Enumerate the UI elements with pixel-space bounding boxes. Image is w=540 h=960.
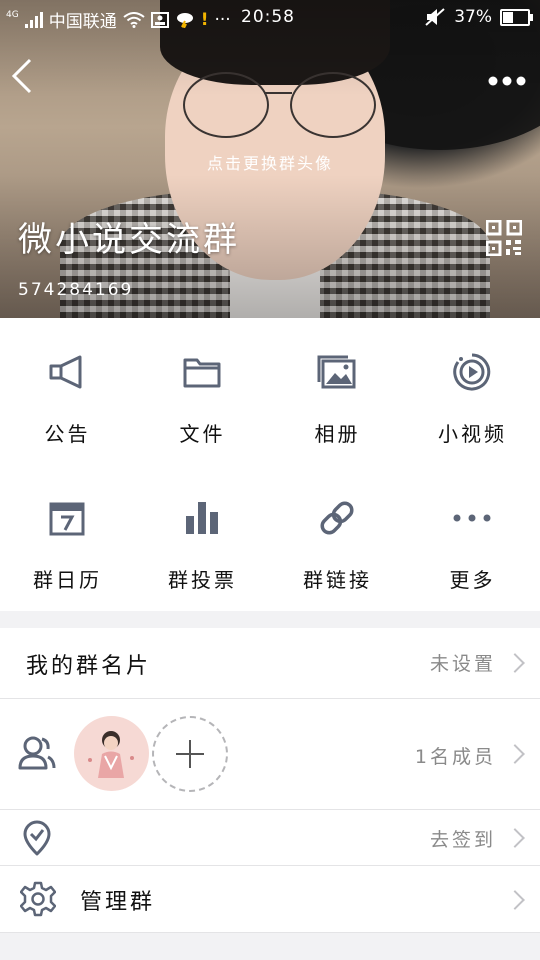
divider <box>0 932 540 933</box>
member-count: 1名成员 <box>414 746 496 768</box>
chevron-right-icon <box>505 828 525 848</box>
row-members[interactable]: 1名成员 <box>0 699 540 809</box>
more-options-button[interactable] <box>488 64 526 92</box>
gear-icon <box>20 881 56 917</box>
checkin-label: 去签到 <box>429 829 496 851</box>
status-bar-right: 37% <box>424 7 533 27</box>
group-name: 微小说交流群 <box>18 220 240 260</box>
carrier-name: 中国联通 <box>48 12 117 32</box>
grid-item-announcement[interactable]: 公告 <box>0 318 135 464</box>
status-bar-left: 4G 中国联通 ! ··· <box>6 7 231 33</box>
row-checkin[interactable]: 去签到 <box>0 810 540 865</box>
grid-item-link[interactable]: 群链接 <box>270 464 405 610</box>
row-label: 我的群名片 <box>26 654 152 679</box>
member-avatar[interactable] <box>74 716 149 791</box>
chevron-left-icon <box>11 58 32 94</box>
alert-icon: ! <box>200 9 209 30</box>
photo-album-icon <box>317 355 356 389</box>
signal-icon <box>24 11 43 28</box>
mute-icon <box>425 8 445 26</box>
grid-item-more[interactable]: 更多 <box>405 464 540 610</box>
grid-item-label: 相册 <box>314 422 361 446</box>
back-button[interactable] <box>10 56 40 96</box>
notification-more-icon: ··· <box>214 9 231 30</box>
folder-icon <box>183 358 221 388</box>
video-play-icon <box>453 353 491 391</box>
members-icon <box>18 736 56 770</box>
more-horizontal-icon <box>488 76 526 86</box>
status-bar: 4G 中国联通 ! ··· 20:58 37% <box>0 0 540 36</box>
grid-item-calendar[interactable]: 群日历 <box>0 464 135 610</box>
network-type: 4G <box>6 9 19 20</box>
grid-item-label: 群链接 <box>303 568 372 592</box>
row-value: 未设置 <box>429 653 496 675</box>
change-avatar-hint[interactable]: 点击更换群头像 <box>0 150 540 174</box>
group-header[interactable]: 4G 中国联通 ! ··· 20:58 37% 点击更换群头像 微小说交流群 5… <box>0 0 540 318</box>
weather-storm-icon <box>176 12 193 28</box>
wifi-icon <box>123 11 145 28</box>
grid-item-vote[interactable]: 群投票 <box>135 464 270 610</box>
chevron-right-icon <box>505 653 525 673</box>
plus-icon <box>176 740 204 768</box>
battery-icon <box>500 8 533 26</box>
location-check-icon <box>23 820 51 856</box>
more-dots-icon <box>453 514 491 522</box>
grid-item-album[interactable]: 相册 <box>270 318 405 464</box>
bar-chart-icon <box>186 502 218 534</box>
chevron-right-icon <box>505 890 525 910</box>
id-card-icon <box>150 11 169 28</box>
battery-percent: 37% <box>454 7 492 27</box>
grid-item-label: 群日历 <box>33 568 102 592</box>
status-time: 20:58 <box>241 7 295 27</box>
grid-item-label: 更多 <box>449 568 496 592</box>
group-id: 574284169 <box>18 280 134 300</box>
add-member-button[interactable] <box>152 716 228 792</box>
feature-grid: 公告 文件 相册 小视频 群日历 群投票 群链接 更多 <box>0 318 540 611</box>
qr-code-icon[interactable] <box>486 220 522 256</box>
grid-item-short-video[interactable]: 小视频 <box>405 318 540 464</box>
chevron-right-icon <box>505 744 525 764</box>
link-icon <box>320 501 354 535</box>
row-my-group-card[interactable]: 我的群名片 未设置 <box>0 628 540 698</box>
row-manage-group[interactable]: 管理群 <box>0 866 540 932</box>
grid-item-label: 文件 <box>179 422 226 446</box>
calendar-icon <box>49 502 85 536</box>
megaphone-icon <box>49 355 82 389</box>
grid-item-files[interactable]: 文件 <box>135 318 270 464</box>
grid-item-label: 公告 <box>44 422 91 446</box>
grid-item-label: 小视频 <box>438 422 507 446</box>
member-avatar-figure <box>88 731 134 778</box>
row-label: 管理群 <box>80 890 156 915</box>
grid-item-label: 群投票 <box>168 568 237 592</box>
